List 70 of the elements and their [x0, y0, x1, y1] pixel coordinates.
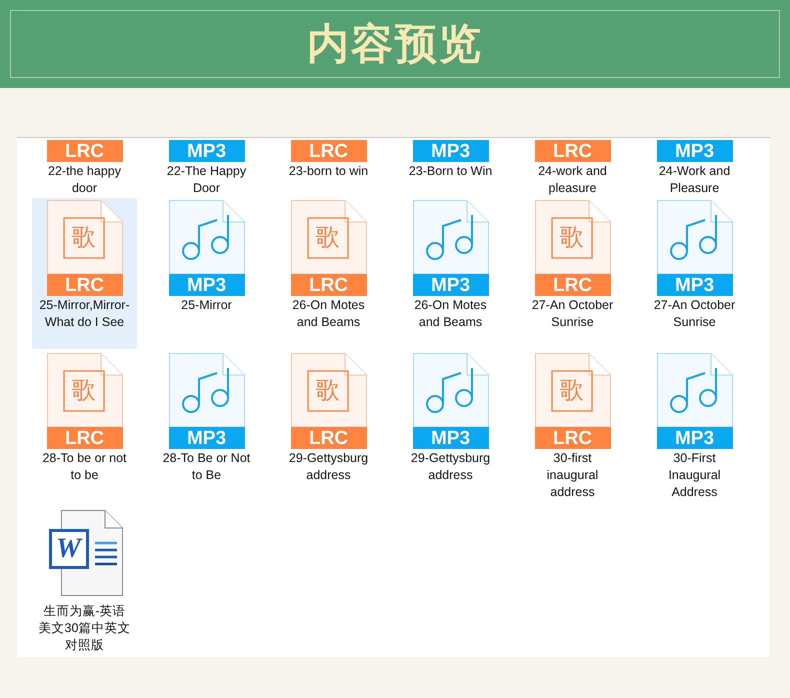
lyrics-file-icon	[46, 353, 122, 427]
file-item[interactable]: MP3 29-Gettysburg address	[398, 351, 503, 502]
file-name: 23-Born to Win	[408, 163, 494, 180]
file-type-label: LRC	[290, 274, 366, 296]
lyrics-file-icon	[290, 200, 366, 274]
file-name: 29-Gettysburg address	[288, 450, 370, 484]
file-type-label: MP3	[168, 274, 244, 296]
song-glyph: 歌	[314, 223, 340, 253]
song-glyph: 歌	[558, 223, 584, 253]
file-item[interactable]: 歌 LRC 27-An October Sunrise	[520, 198, 625, 349]
file-type-label: LRC	[46, 274, 122, 296]
file-item[interactable]: 歌 LRC 25-Mirror,Mirror-What do I See	[32, 198, 137, 349]
music-file-icon	[656, 200, 732, 274]
file-name: 27-An October Sunrise	[652, 297, 736, 331]
page-title: 内容预览	[307, 23, 483, 65]
music-file-icon	[412, 200, 488, 274]
lyrics-file-icon	[534, 200, 610, 274]
lyrics-file-icon	[534, 353, 610, 427]
file-type-label: LRC	[290, 427, 366, 449]
file-name: 23-born to win	[288, 163, 370, 180]
file-type-label: MP3	[168, 140, 244, 162]
file-name: 28-To Be or Not to Be	[162, 450, 252, 484]
song-glyph: 歌	[70, 376, 96, 406]
file-name: 22-the happy door	[47, 163, 122, 197]
file-type-label: MP3	[412, 427, 488, 449]
file-type-label: LRC	[46, 140, 122, 162]
file-type-label: LRC	[290, 140, 366, 162]
file-name: 29-Gettysburg address	[410, 450, 492, 484]
file-item[interactable]: MP3 28-To Be or Not to Be	[154, 351, 259, 502]
file-item[interactable]: W 生而为赢-英语美文30篇中英文对照版	[32, 504, 137, 655]
lyrics-file-icon	[290, 353, 366, 427]
file-type-label: MP3	[168, 427, 244, 449]
song-glyph: 歌	[70, 223, 96, 253]
file-type-label: MP3	[656, 274, 732, 296]
file-item[interactable]: 歌 LRC 30-first inaugural address	[520, 351, 625, 502]
file-type-label: MP3	[656, 140, 732, 162]
music-file-icon	[656, 353, 732, 427]
file-type-label: MP3	[412, 140, 488, 162]
file-name: 27-An October Sunrise	[530, 297, 614, 331]
song-glyph: 歌	[314, 376, 340, 406]
file-name: 22-The Happy Door	[166, 163, 248, 197]
song-glyph: 歌	[558, 376, 584, 406]
file-name: 30-first inaugural address	[546, 450, 600, 501]
file-item[interactable]: 歌 LRC 26-On Motes and Beams	[276, 198, 381, 349]
file-item[interactable]: 歌 LRC 28-To be or not to be	[32, 351, 137, 502]
word-letter: W	[56, 535, 81, 563]
music-file-icon	[168, 200, 244, 274]
file-type-label: LRC	[46, 427, 122, 449]
file-name: 26-On Motes and Beams	[413, 297, 488, 331]
file-name: 28-To be or not to be	[41, 450, 128, 484]
file-type-label: MP3	[412, 274, 488, 296]
file-name: 24-work and pleasure	[537, 163, 608, 197]
file-name: 26-On Motes and Beams	[291, 297, 366, 331]
file-type-label: MP3	[656, 427, 732, 449]
file-type-label: LRC	[534, 427, 610, 449]
music-file-icon	[168, 353, 244, 427]
file-name: 30-First Inaugural Address	[667, 450, 722, 501]
file-item[interactable]: 歌 LRC 29-Gettysburg address	[276, 351, 381, 502]
file-name: 生而为赢-英语美文30篇中英文对照版	[38, 603, 130, 654]
file-name: 25-Mirror,Mirror-What do I See	[38, 297, 130, 331]
file-item[interactable]: MP3 25-Mirror	[154, 198, 259, 349]
music-file-icon	[412, 353, 488, 427]
lyrics-file-icon	[46, 200, 122, 274]
file-item[interactable]: MP3 30-First Inaugural Address	[642, 351, 747, 502]
file-type-label: LRC	[534, 140, 610, 162]
file-item[interactable]: MP3 27-An October Sunrise	[642, 198, 747, 349]
file-name: 24-Work and Pleasure	[658, 163, 732, 197]
file-item[interactable]: MP3 26-On Motes and Beams	[398, 198, 503, 349]
file-name: 25-Mirror	[180, 297, 233, 314]
file-type-label: LRC	[534, 274, 610, 296]
